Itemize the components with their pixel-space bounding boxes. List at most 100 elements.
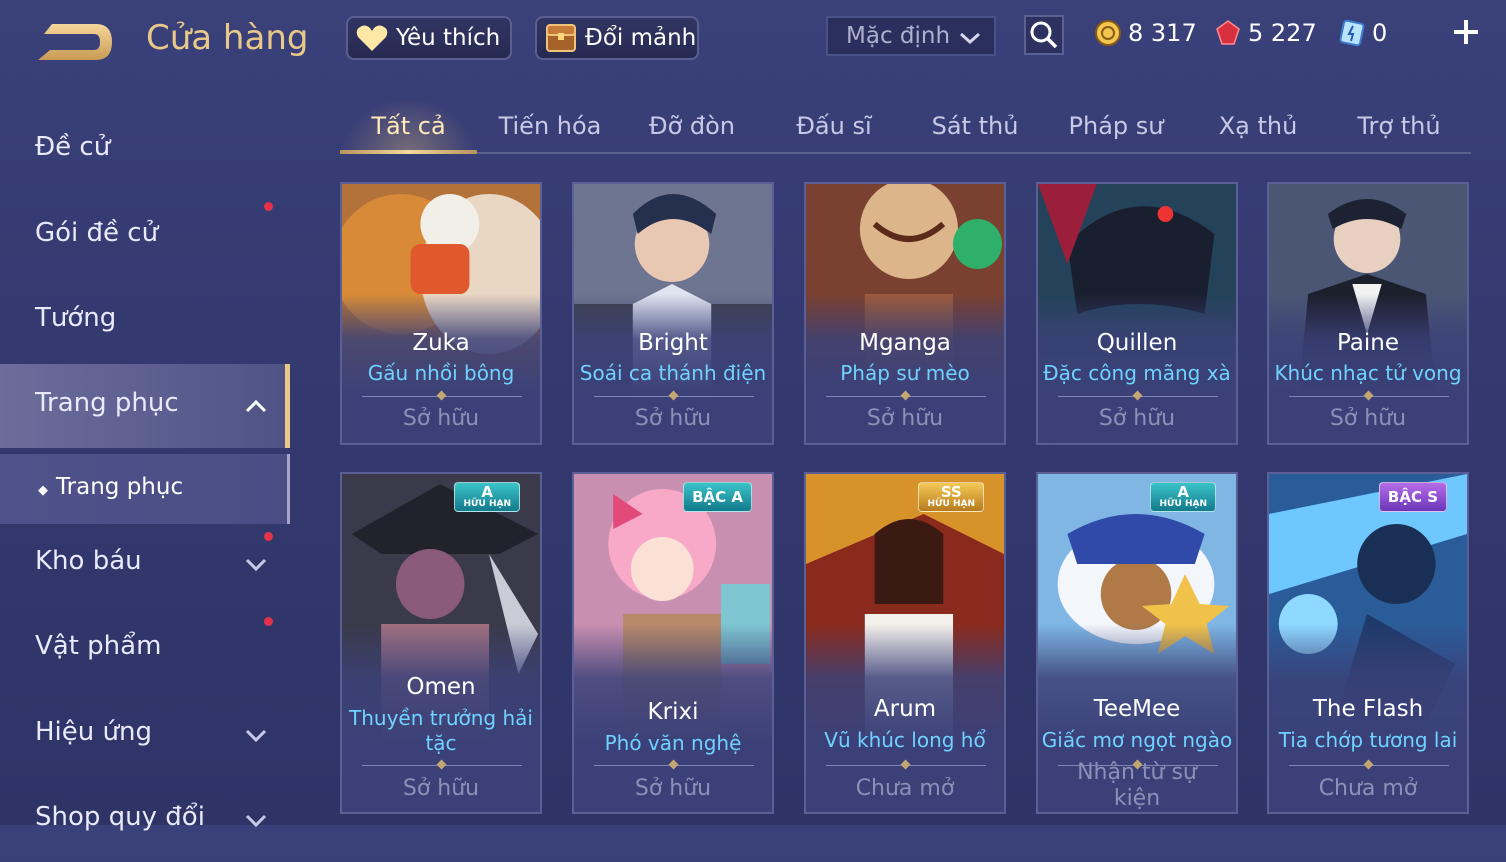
skin-card[interactable]: Bright Soái ca thánh điện Sở hữu	[572, 182, 774, 445]
sidebar-subitem-skins[interactable]: ◆ Trang phục	[0, 454, 290, 524]
sidebar-item-label: Hiệu ứng	[35, 717, 152, 747]
badge-tier: BẬC S	[1387, 488, 1438, 506]
gold-value: 8 317	[1128, 19, 1197, 47]
skin-tier-badge: BẬC A	[683, 482, 752, 512]
divider	[594, 765, 754, 766]
chevron-down-icon	[245, 814, 267, 828]
tab-fighter[interactable]: Đấu sĩ	[764, 112, 904, 140]
skin-tier-badge: BẬC S	[1378, 482, 1447, 512]
ownership-status: Chưa mở	[1318, 776, 1418, 801]
divider	[594, 396, 754, 397]
ownership-status: Sở hữu	[1098, 406, 1176, 431]
blue-voucher-icon	[1338, 19, 1366, 47]
skin-card[interactable]: BẬC S The Flash Tia chớp tương lai Chưa …	[1267, 472, 1469, 814]
hero-name: Arum	[873, 696, 937, 722]
art-fade	[806, 624, 1004, 744]
skin-name: Gấu nhồi bông	[367, 361, 515, 385]
sidebar-item-label: Gói đề cử	[35, 218, 159, 248]
ownership-status: Sở hữu	[1329, 406, 1407, 431]
ownership-status: Sở hữu	[634, 776, 712, 801]
sort-dropdown[interactable]: Mặc định	[826, 16, 996, 56]
sidebar-item-recommended-packs[interactable]: Gói đề cử	[0, 194, 290, 278]
tab-tank[interactable]: Đỡ đòn	[622, 112, 762, 140]
ownership-status: Sở hữu	[402, 406, 480, 431]
ownership-status: Sở hữu	[866, 406, 944, 431]
skin-card[interactable]: SS HỮU HẠN Arum Vũ khúc long hổ Chưa mở	[804, 472, 1006, 814]
trade-fragments-button[interactable]: Đổi mảnh	[535, 16, 699, 60]
skin-name: Thuyền trưởng hải tặc	[349, 706, 533, 755]
notification-dot	[264, 617, 273, 626]
badge-limited: HỮU HẠN	[463, 499, 511, 509]
favorite-button[interactable]: Yêu thích	[346, 16, 512, 60]
tab-assassin[interactable]: Sát thủ	[905, 112, 1045, 140]
tab-support[interactable]: Trợ thủ	[1329, 112, 1469, 140]
search-icon	[1030, 21, 1058, 49]
hero-name: Zuka	[412, 330, 470, 356]
notification-dot	[264, 202, 273, 211]
divider	[1289, 396, 1449, 397]
sidebar-item-label: Tướng	[35, 303, 117, 333]
skin-name: Vũ khúc long hổ	[824, 728, 986, 752]
ownership-status: Sở hữu	[402, 776, 480, 801]
badge-tier: A	[1177, 483, 1190, 501]
skin-card[interactable]: Paine Khúc nhạc tử vong Sở hữu	[1267, 182, 1469, 445]
hero-name: Paine	[1336, 330, 1400, 356]
heart-icon	[354, 21, 390, 55]
gold-balance: 8 317	[1094, 16, 1197, 50]
chevron-down-icon	[245, 558, 267, 572]
art-fade	[1269, 624, 1467, 744]
add-currency-icon[interactable]	[1448, 14, 1484, 50]
skin-card[interactable]: A HỮU HẠN Omen Thuyền trưởng hải tặc Sở h…	[340, 472, 542, 814]
ownership-status: Nhận từ sự kiện	[1077, 760, 1197, 811]
skin-card[interactable]: Mganga Pháp sư mèo Sở hữu	[804, 182, 1006, 445]
skin-card[interactable]: BẬC A Krixi Phó văn nghệ Sở hữu	[572, 472, 774, 814]
active-tab-underline	[340, 150, 477, 154]
treasure-chest-icon	[543, 21, 579, 55]
tab-marksman[interactable]: Xạ thủ	[1188, 112, 1328, 140]
page-title: Cửa hàng	[146, 18, 309, 58]
divider	[362, 765, 522, 766]
skin-tier-badge: A HỮU HẠN	[454, 482, 520, 512]
skin-tier-badge: A HỮU HẠN	[1150, 482, 1216, 512]
divider	[1058, 396, 1218, 397]
skin-name: Phó văn nghệ	[604, 731, 742, 755]
skin-tier-badge: SS HỮU HẠN	[918, 482, 984, 512]
ownership-status: Chưa mở	[855, 776, 955, 801]
art-fade	[574, 624, 772, 744]
divider	[362, 396, 522, 397]
divider	[826, 765, 986, 766]
sidebar-item-recommended[interactable]: Đề cử	[0, 108, 290, 192]
diamond-bullet-icon: ◆	[38, 483, 48, 498]
hero-name: Krixi	[647, 699, 699, 725]
divider	[1289, 765, 1449, 766]
sidebar-item-effects[interactable]: Hiệu ứng	[0, 693, 290, 777]
search-button[interactable]	[1024, 15, 1064, 55]
tab-all[interactable]: Tất cả	[340, 112, 477, 140]
notification-dot	[264, 532, 273, 541]
skin-card[interactable]: Zuka Gấu nhồi bông Sở hữu	[340, 182, 542, 445]
skin-name: Soái ca thánh điện	[579, 361, 767, 385]
skin-card[interactable]: Quillen Đặc công mãng xà Sở hữu	[1036, 182, 1238, 445]
sidebar-item-exchange-shop[interactable]: Shop quy đổi	[0, 778, 290, 862]
art-fade	[1038, 624, 1236, 744]
sidebar-subitem-text: Trang phục	[56, 474, 184, 500]
sidebar-item-treasure[interactable]: Kho báu	[0, 522, 290, 606]
gold-coin-icon	[1094, 19, 1122, 47]
sidebar-item-label: Trang phục	[35, 388, 179, 418]
top-bar: Cửa hàng Yêu thích Đổi mảnh Mặc định 8 3…	[0, 0, 1506, 80]
sidebar-item-label: Vật phẩm	[35, 631, 162, 661]
sidebar-item-heroes[interactable]: Tướng	[0, 279, 290, 363]
skin-card[interactable]: A HỮU HẠN TeeMee Giấc mơ ngọt ngào Nhận t…	[1036, 472, 1238, 814]
hero-name: Mganga	[859, 330, 951, 356]
back-arrow-icon[interactable]	[34, 20, 116, 64]
tab-evolution[interactable]: Tiến hóa	[480, 112, 620, 140]
sidebar: Đề cử Gói đề cử Tướng Trang phục ◆ Trang …	[0, 96, 290, 832]
sidebar-item-skins[interactable]: Trang phục	[0, 364, 290, 448]
hero-name: Bright	[638, 330, 708, 356]
hero-name: The Flash	[1312, 696, 1424, 722]
skin-name: Đặc công mãng xà	[1043, 361, 1231, 385]
tab-mage[interactable]: Pháp sư	[1046, 112, 1186, 140]
badge-limited: HỮU HẠN	[927, 499, 975, 509]
sidebar-item-items[interactable]: Vật phẩm	[0, 607, 290, 691]
category-tabs: Tất cả Tiến hóa Đỡ đòn Đấu sĩ Sát thủ Ph…	[340, 98, 1471, 154]
